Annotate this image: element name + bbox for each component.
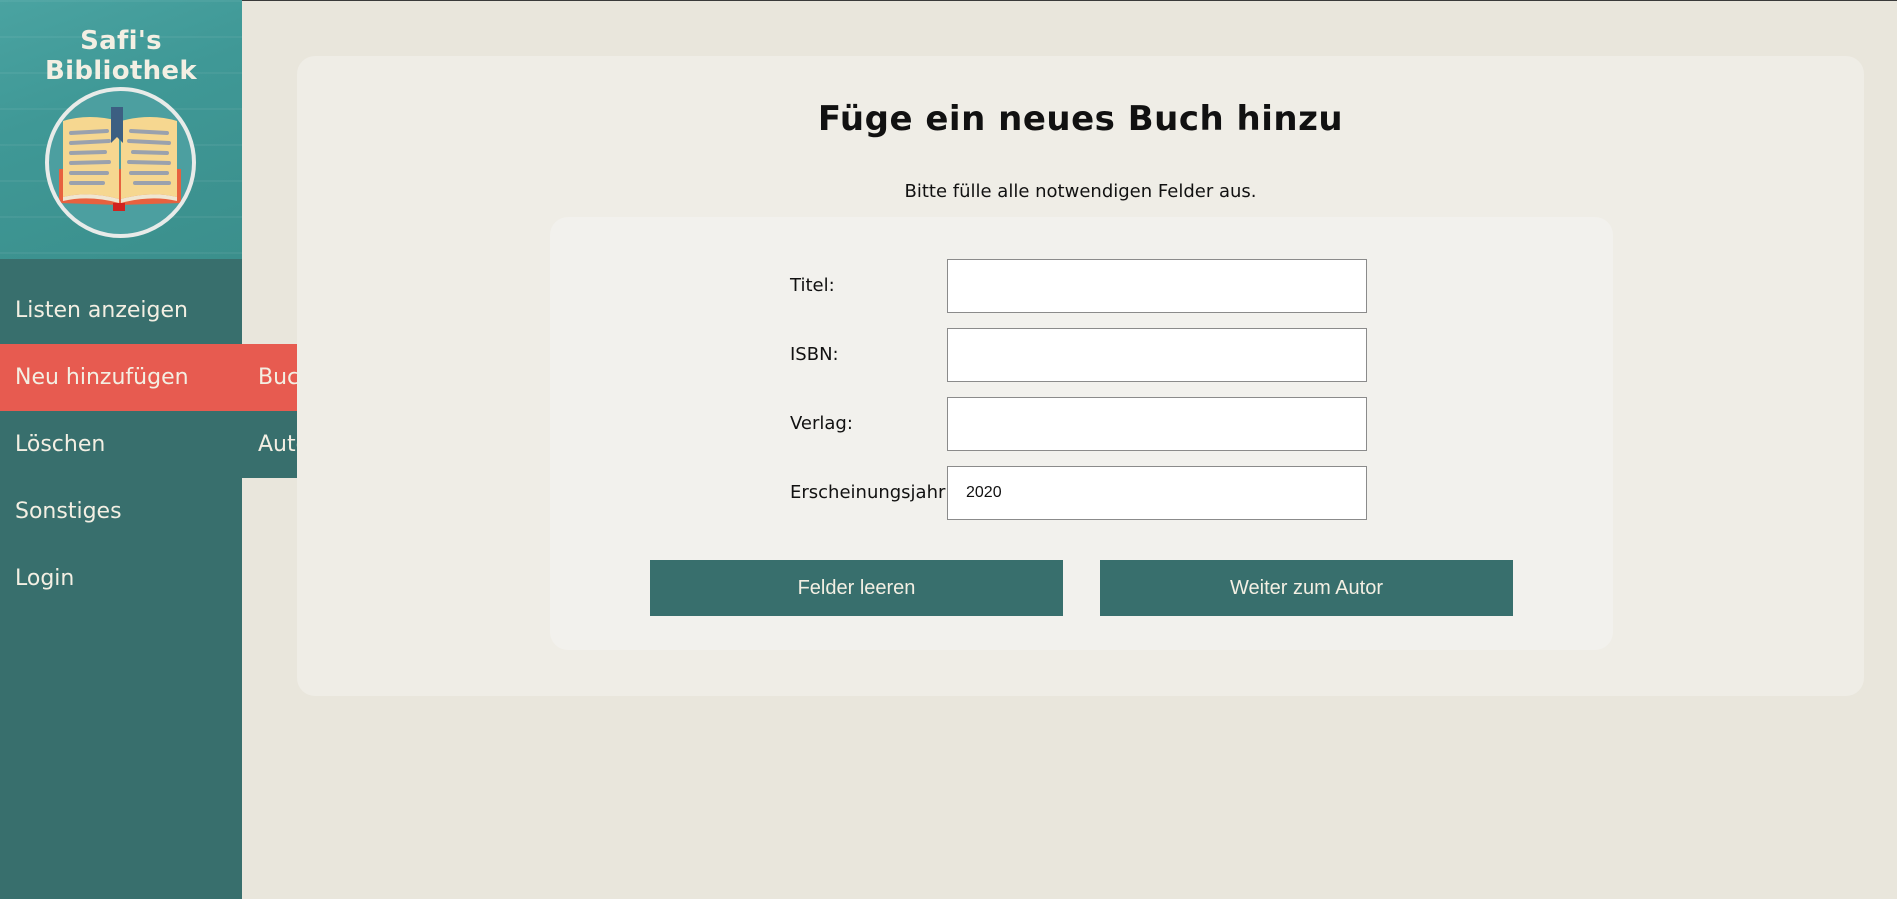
- open-book-icon[interactable]: [45, 87, 196, 238]
- year-input[interactable]: [947, 466, 1367, 520]
- nav-item-sonstiges[interactable]: Sonstiges: [0, 478, 242, 545]
- year-label: Erscheinungsjahr:: [790, 482, 952, 503]
- window-top-border: [0, 0, 1897, 1]
- isbn-label: ISBN:: [790, 344, 839, 365]
- next-to-author-button[interactable]: Weiter zum Autor: [1100, 560, 1513, 616]
- title-input[interactable]: [947, 259, 1367, 313]
- clear-fields-button[interactable]: Felder leeren: [650, 560, 1063, 616]
- site-title: Safi's Bibliothek: [45, 26, 197, 86]
- nav-item-listen-anzeigen[interactable]: Listen anzeigen: [0, 277, 242, 344]
- sidebar-header: Safi's Bibliothek: [0, 0, 242, 259]
- main-card: Füge ein neues Buch hinzu Bitte fülle al…: [297, 56, 1864, 696]
- isbn-input[interactable]: [947, 328, 1367, 382]
- add-book-form: Titel: ISBN: Verlag: Erscheinungsjahr: F…: [550, 217, 1613, 650]
- nav-item-loeschen[interactable]: Löschen: [0, 411, 242, 478]
- sidebar: Safi's Bibliothek Listen anzeigen Neu hi…: [0, 0, 242, 899]
- publisher-input[interactable]: [947, 397, 1367, 451]
- nav-item-neu-hinzufuegen[interactable]: Neu hinzufügen: [0, 344, 242, 411]
- nav-item-login[interactable]: Login: [0, 545, 242, 612]
- page-title: Füge ein neues Buch hinzu: [817, 99, 1344, 139]
- publisher-label: Verlag:: [790, 413, 853, 434]
- page-subtitle: Bitte fülle alle notwendigen Felder aus.: [904, 181, 1257, 202]
- title-label: Titel:: [790, 275, 835, 296]
